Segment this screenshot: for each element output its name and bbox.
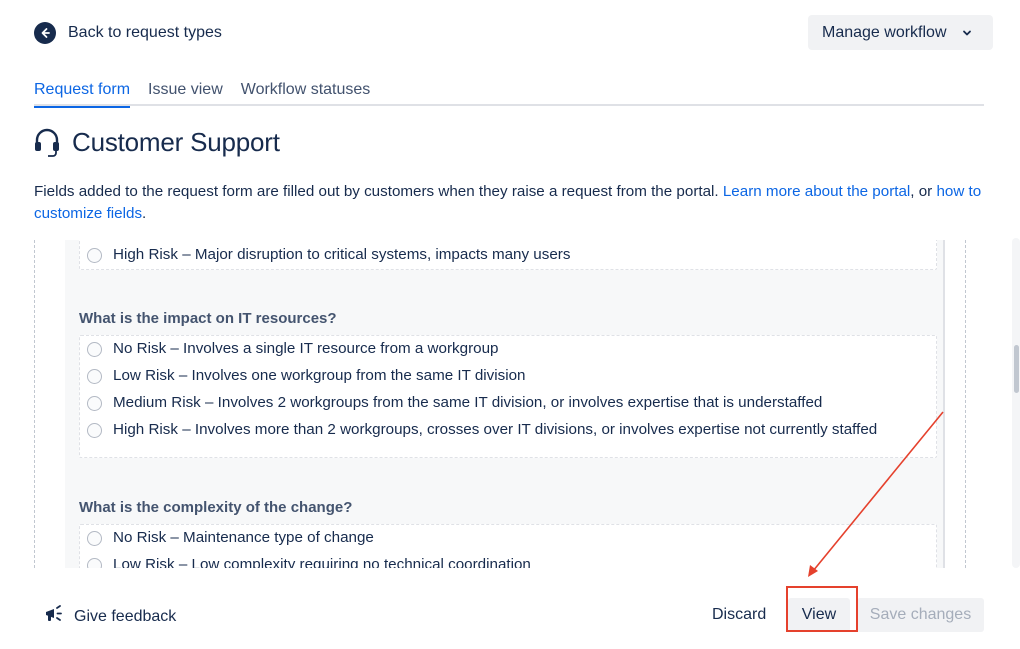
radio-option[interactable]: Low Risk – Involves one workgroup from t… [80, 367, 936, 394]
tab-workflow-statuses[interactable]: Workflow statuses [241, 76, 371, 106]
question-label: What is the impact on IT resources? [79, 310, 337, 327]
radio-button[interactable] [87, 342, 102, 357]
headset-icon [32, 126, 62, 158]
question-label: What is the complexity of the change? [79, 499, 353, 516]
manage-workflow-label: Manage workflow [822, 23, 947, 41]
page-title-row: Customer Support [32, 126, 280, 158]
tab-request-form[interactable]: Request form [34, 76, 131, 108]
option-label: High Risk – Involves more than 2 workgro… [113, 421, 878, 438]
radio-option[interactable]: No Risk – Involves a single IT resource … [80, 340, 936, 367]
page-title: Customer Support [72, 126, 280, 157]
form-card: High Risk – Major disruption to critical… [65, 240, 945, 568]
discard-button[interactable]: Discard [700, 598, 778, 632]
option-label: Medium Risk – Involves 2 workgroups from… [113, 394, 823, 411]
request-form-preview: High Risk – Major disruption to critical… [34, 240, 966, 568]
scrollbar-thumb[interactable] [1014, 345, 1019, 393]
radio-option[interactable]: Low Risk – Low complexity requiring no t… [80, 556, 936, 568]
option-label: High Risk – Major disruption to critical… [113, 246, 571, 263]
description-separator: , or [910, 183, 937, 200]
tab-bar: Request form Issue view Workflow statuse… [34, 76, 984, 108]
radio-option[interactable]: High Risk – Involves more than 2 workgro… [80, 421, 936, 439]
radio-button[interactable] [87, 558, 102, 568]
radio-button[interactable] [87, 369, 102, 384]
radio-button[interactable] [87, 423, 102, 438]
radio-button[interactable] [87, 248, 102, 263]
radio-button[interactable] [87, 531, 102, 546]
chevron-down-icon [961, 27, 973, 39]
radio-option[interactable]: No Risk – Maintenance type of change [80, 529, 936, 556]
learn-more-link[interactable]: Learn more about the portal [723, 183, 910, 200]
radio-option[interactable]: Medium Risk – Involves 2 workgroups from… [80, 394, 936, 421]
give-feedback-button[interactable]: Give feedback [44, 604, 176, 629]
arrow-left-icon [34, 22, 56, 44]
manage-workflow-button[interactable]: Manage workflow [808, 15, 993, 50]
option-group: No Risk – Maintenance type of change Low… [79, 524, 937, 568]
back-to-request-types-link[interactable]: Back to request types [34, 22, 222, 44]
back-label: Back to request types [68, 24, 222, 41]
option-label: No Risk – Involves a single IT resource … [113, 340, 499, 357]
option-group: High Risk – Major disruption to critical… [79, 240, 937, 270]
option-label: No Risk – Maintenance type of change [113, 529, 374, 546]
option-label: Low Risk – Low complexity requiring no t… [113, 556, 531, 568]
option-label: Low Risk – Involves one workgroup from t… [113, 367, 526, 384]
give-feedback-label: Give feedback [74, 607, 177, 625]
megaphone-icon [44, 604, 66, 629]
radio-option[interactable]: High Risk – Major disruption to critical… [80, 246, 936, 264]
tab-issue-view[interactable]: Issue view [148, 76, 223, 106]
page-description: Fields added to the request form are fil… [34, 181, 994, 225]
view-button[interactable]: View [788, 598, 850, 632]
radio-button[interactable] [87, 396, 102, 411]
scrollbar-track[interactable] [1012, 238, 1020, 568]
description-end: . [142, 205, 147, 222]
option-group: No Risk – Involves a single IT resource … [79, 335, 937, 458]
description-text: Fields added to the request form are fil… [34, 183, 723, 200]
save-changes-button[interactable]: Save changes [857, 598, 984, 632]
